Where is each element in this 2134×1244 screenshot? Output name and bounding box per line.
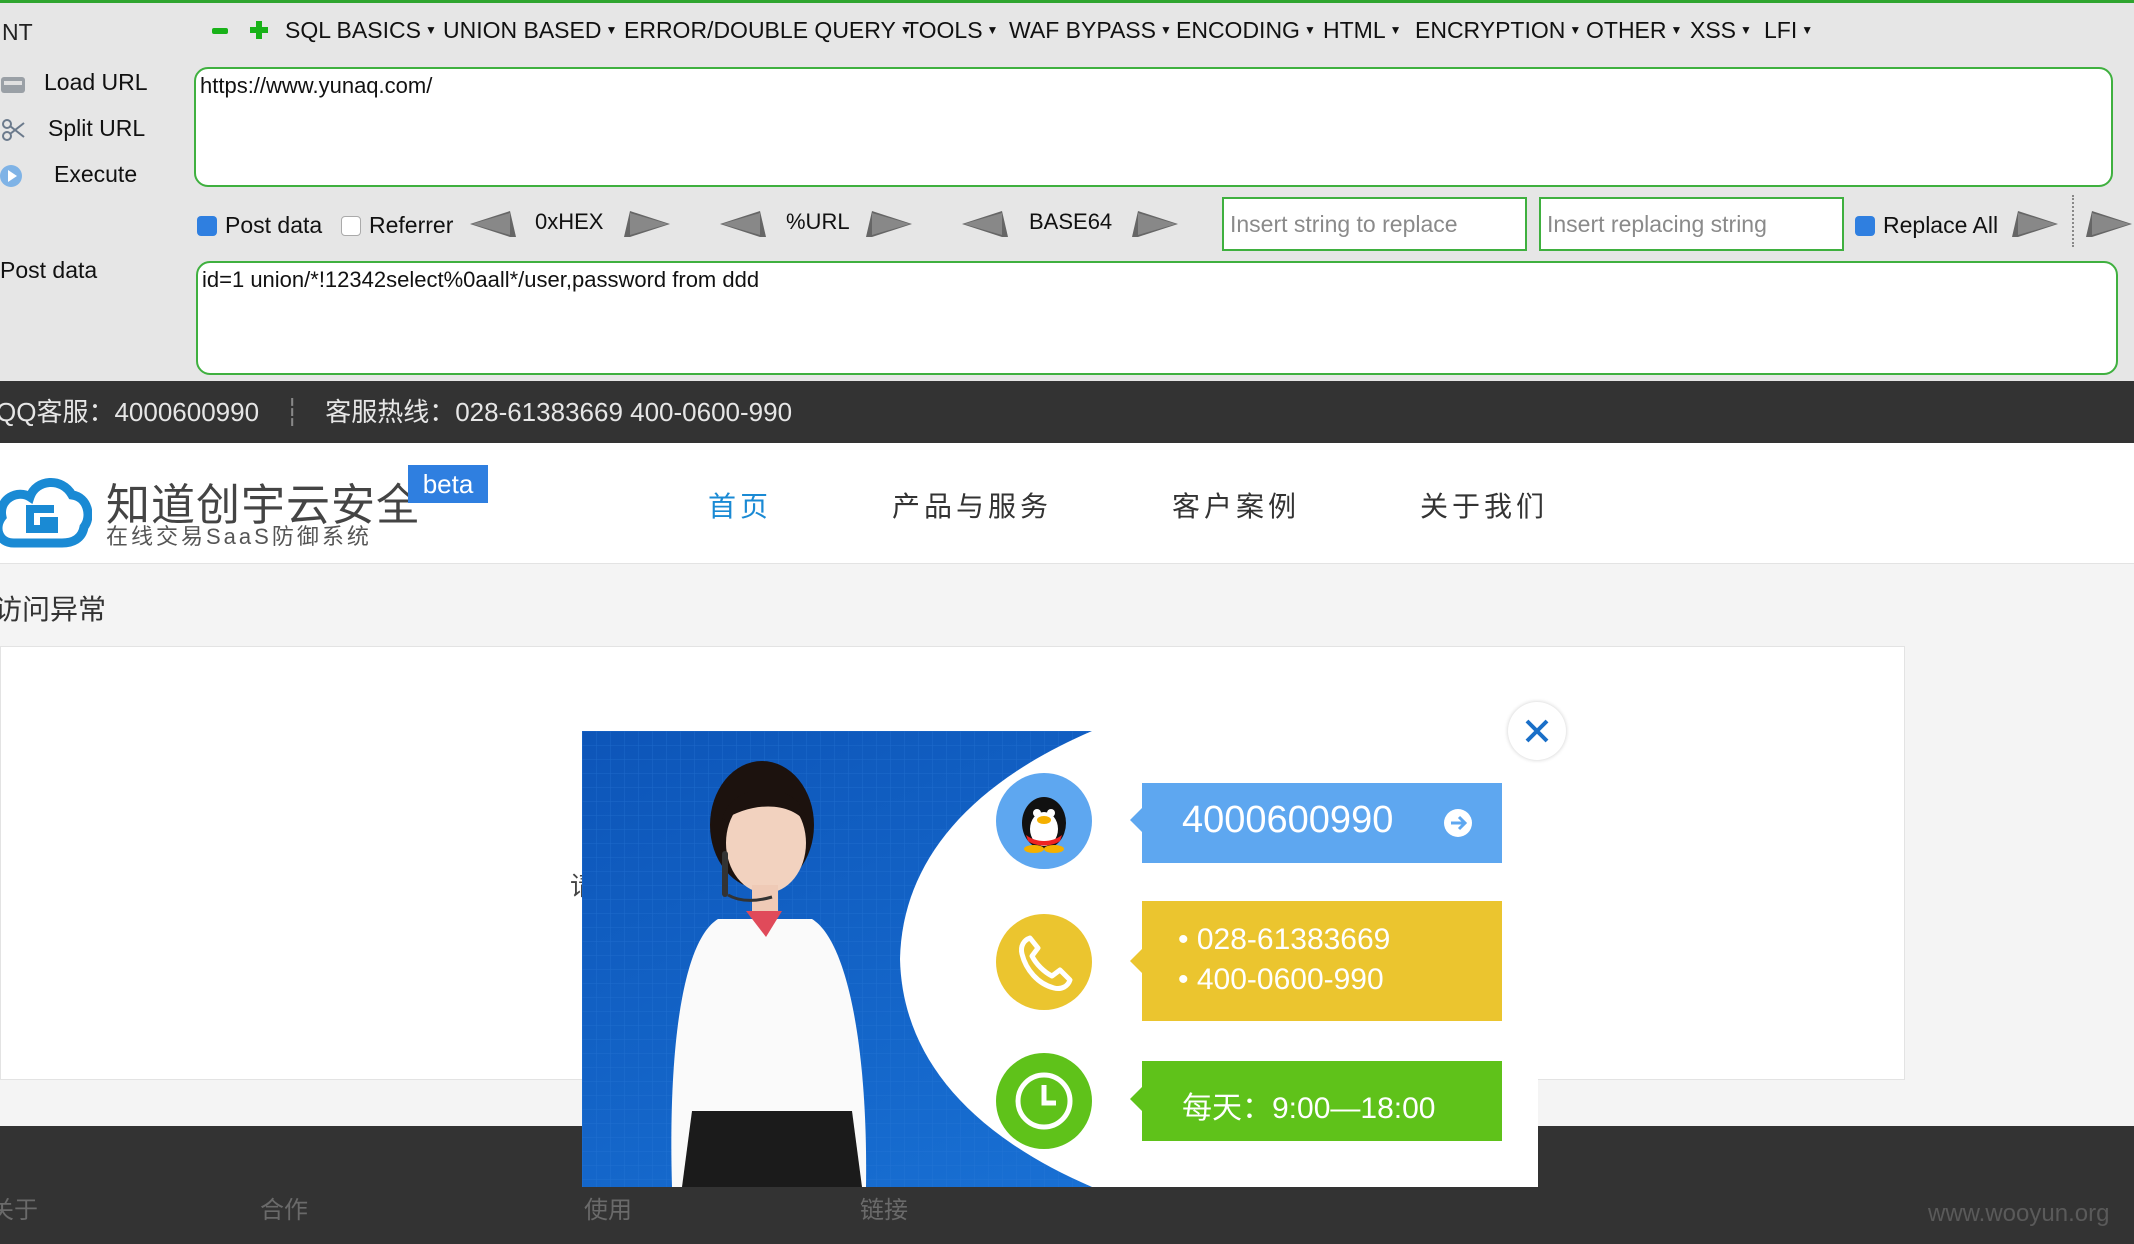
menu-xss[interactable]: XSS ▼ xyxy=(1690,17,1752,44)
phone-contact-box: • 028-61383669 • 400-0600-990 xyxy=(1142,901,1502,1021)
encode-left-arrow-icon[interactable] xyxy=(720,209,766,239)
encode-left-arrow-icon[interactable] xyxy=(470,209,516,239)
qq-number: 4000600990 xyxy=(1182,799,1394,841)
phone-number-2: • 400-0600-990 xyxy=(1178,963,1384,996)
qq-bubble-tail xyxy=(1130,808,1142,832)
increase-icon[interactable] xyxy=(250,21,268,39)
menu-waf-bypass[interactable]: WAF BYPASS ▼ xyxy=(1009,17,1172,44)
url-encode-label: %URL xyxy=(786,209,850,234)
phone-number-1: • 028-61383669 xyxy=(1178,923,1391,956)
decode-right-arrow-icon[interactable] xyxy=(866,209,912,239)
hours-bubble-tail xyxy=(1130,1087,1142,1111)
hex-label: 0xHEX xyxy=(535,209,604,234)
split-url-button[interactable]: Split URL xyxy=(0,115,145,143)
play-icon xyxy=(0,164,22,187)
hackbar-cut-label: NT xyxy=(2,19,33,45)
base64-label: BASE64 xyxy=(1029,209,1113,234)
nav-about[interactable]: 关于我们 xyxy=(1420,485,1548,525)
separator: ┆ xyxy=(284,397,300,427)
close-icon xyxy=(1525,719,1549,743)
post-data-label: Post data xyxy=(0,257,98,283)
footer-about[interactable]: 关于 xyxy=(0,1190,38,1225)
checked-icon xyxy=(1855,216,1875,236)
nav-cases[interactable]: 客户案例 xyxy=(1172,485,1300,525)
execute-button[interactable]: Execute xyxy=(0,161,137,189)
menu-encryption[interactable]: ENCRYPTION ▼ xyxy=(1415,17,1581,44)
replace-right-arrow-icon[interactable] xyxy=(2086,209,2132,239)
url-value: https://www.yunaq.com/ xyxy=(200,73,433,98)
customer-service-agent-illustration xyxy=(671,761,867,1187)
replacing-string-input[interactable]: Insert replacing string xyxy=(1539,197,1844,251)
hours-box: 每天：9:00—18:00 xyxy=(1142,1061,1502,1141)
menu-encoding[interactable]: ENCODING ▼ xyxy=(1176,17,1316,44)
brand-tagline: 在线交易SaaS防御系统 xyxy=(106,524,372,549)
site-header: 知道创宇云安全 在线交易SaaS防御系统 beta 首页 产品与服务 客户案例 … xyxy=(0,443,2134,564)
phone-icon xyxy=(996,914,1092,1010)
watermark: www.wooyun.org xyxy=(1928,1200,2110,1227)
clock-icon xyxy=(996,1053,1092,1149)
footer-cooperation[interactable]: 合作 xyxy=(260,1190,308,1225)
nav-home[interactable]: 首页 xyxy=(708,485,772,525)
post-data-checkbox[interactable]: Post data xyxy=(197,212,322,239)
qq-penguin-icon xyxy=(996,773,1092,869)
footer-links[interactable]: 链接 xyxy=(860,1190,908,1225)
contact-popup: 4000600990 • 028-61383669 • 400-0600-990… xyxy=(582,731,1538,1187)
split-url-icon xyxy=(2,118,25,141)
page-title: 访问异常 xyxy=(0,594,107,625)
qq-contact-button[interactable]: 4000600990 xyxy=(1142,783,1502,863)
load-url-icon xyxy=(1,76,25,93)
beta-badge: beta xyxy=(408,465,488,503)
menu-lfi[interactable]: LFI ▼ xyxy=(1764,17,1813,44)
cloud-logo-icon[interactable] xyxy=(0,469,92,553)
replace-string-input[interactable]: Insert string to replace xyxy=(1222,197,1527,251)
menu-sql-basics[interactable]: SQL BASICS ▼ xyxy=(285,17,437,44)
unchecked-icon xyxy=(341,216,361,236)
hackbar-panel: NT SQL BASICS ▼ UNION BASED ▼ ERROR/DOUBLE… xyxy=(0,0,2134,381)
load-url-button[interactable]: Load URL xyxy=(0,69,148,97)
menu-error-double-query[interactable]: ERROR/DOUBLE QUERY ▼ xyxy=(624,17,912,44)
post-data-input[interactable]: id=1 union/*!12342select%0aall*/user,pas… xyxy=(196,261,2118,375)
menu-union-based[interactable]: UNION BASED ▼ xyxy=(443,17,617,44)
nav-products[interactable]: 产品与服务 xyxy=(892,485,1052,525)
referrer-checkbox[interactable]: Referrer xyxy=(341,212,453,239)
close-popup-button[interactable] xyxy=(1508,702,1566,760)
checked-icon xyxy=(197,216,217,236)
encode-left-arrow-icon[interactable] xyxy=(962,209,1008,239)
contact-top-bar: QQ客服：4000600990 ┆ 客服热线：028-61383669 400-… xyxy=(0,381,2134,443)
replace-all-checkbox[interactable]: Replace All xyxy=(1855,212,1998,239)
menu-tools[interactable]: TOOLS ▼ xyxy=(905,17,998,44)
menu-html[interactable]: HTML ▼ xyxy=(1323,17,1402,44)
arrow-right-circle-icon xyxy=(1444,809,1472,837)
qq-service-text: QQ客服：4000600990 xyxy=(0,397,260,427)
divider xyxy=(2072,195,2074,247)
decode-right-arrow-icon[interactable] xyxy=(1132,209,1178,239)
decode-right-arrow-icon[interactable] xyxy=(624,209,670,239)
replace-right-arrow-icon[interactable] xyxy=(2012,209,2058,239)
url-input[interactable]: https://www.yunaq.com/ xyxy=(194,67,2113,187)
post-data-value: id=1 union/*!12342select%0aall*/user,pas… xyxy=(202,267,760,292)
service-hours: 每天：9:00—18:00 xyxy=(1182,1092,1436,1125)
footer-usage[interactable]: 使用 xyxy=(584,1190,632,1225)
hotline-text: 客服热线：028-61383669 400-0600-990 xyxy=(325,397,793,427)
menu-other[interactable]: OTHER ▼ xyxy=(1586,17,1682,44)
decrease-icon[interactable] xyxy=(212,28,228,34)
phone-bubble-tail xyxy=(1130,949,1142,973)
